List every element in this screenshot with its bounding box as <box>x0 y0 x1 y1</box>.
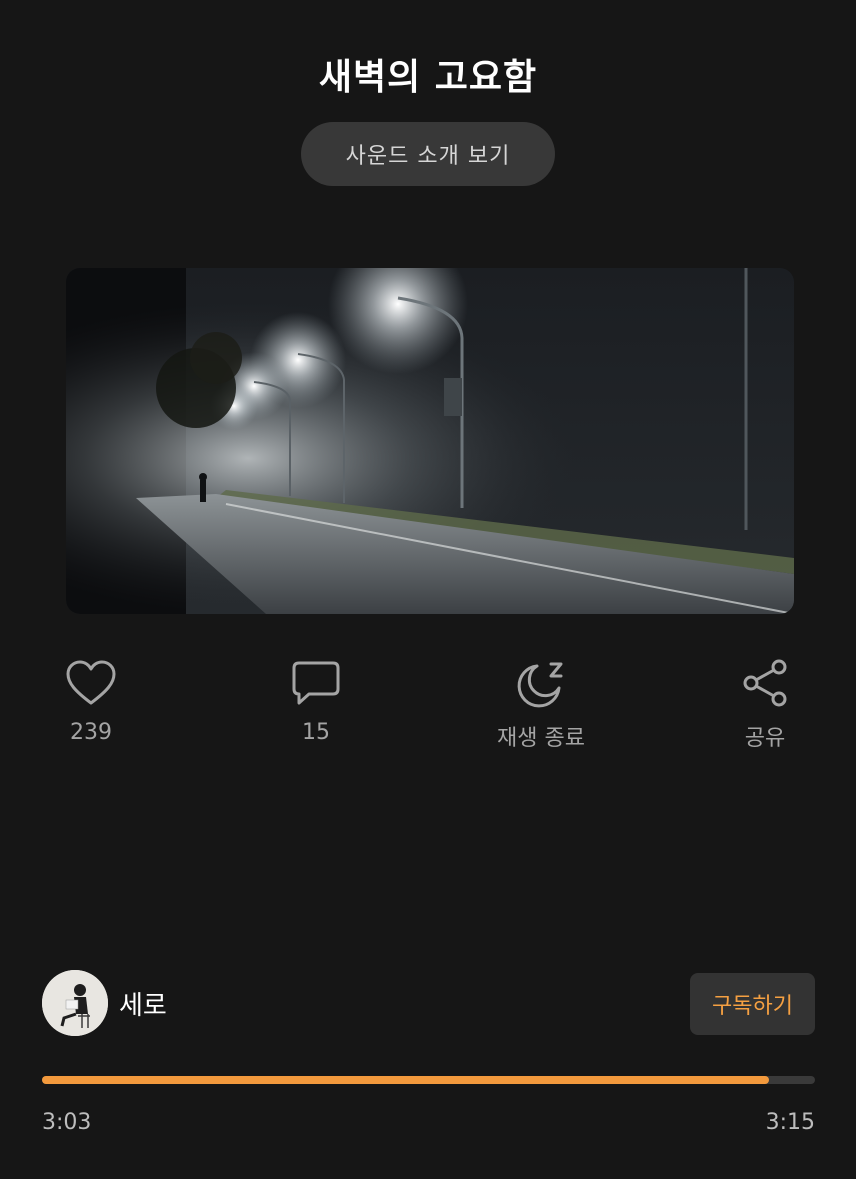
total-time: 3:15 <box>765 1110 815 1135</box>
comment-count: 15 <box>302 720 330 745</box>
like-count: 239 <box>70 720 112 745</box>
share-label: 공유 <box>744 726 786 751</box>
like-action[interactable]: 239 <box>21 656 161 745</box>
current-time: 3:03 <box>42 1110 92 1135</box>
sleep-timer-label: 재생 종료 <box>497 726 585 751</box>
sleep-timer-action[interactable]: 재생 종료 <box>471 656 611 752</box>
creator-avatar[interactable] <box>42 970 108 1036</box>
heart-icon[interactable] <box>64 656 118 710</box>
playback-progress-fill <box>42 1076 769 1084</box>
track-artwork <box>66 268 794 614</box>
moon-zz-icon[interactable] <box>514 656 568 710</box>
subscribe-button[interactable]: 구독하기 <box>690 973 815 1035</box>
comment-action[interactable]: 15 <box>246 656 386 745</box>
sound-intro-button[interactable]: 사운드 소개 보기 <box>301 122 555 186</box>
speech-bubble-icon[interactable] <box>289 656 343 710</box>
track-title: 새벽의 고요함 <box>318 57 538 98</box>
share-icon[interactable] <box>738 656 792 710</box>
creator-name[interactable]: 세로 <box>119 985 167 1022</box>
playback-progress-bar[interactable] <box>42 1076 815 1084</box>
share-action[interactable]: 공유 <box>695 656 835 752</box>
